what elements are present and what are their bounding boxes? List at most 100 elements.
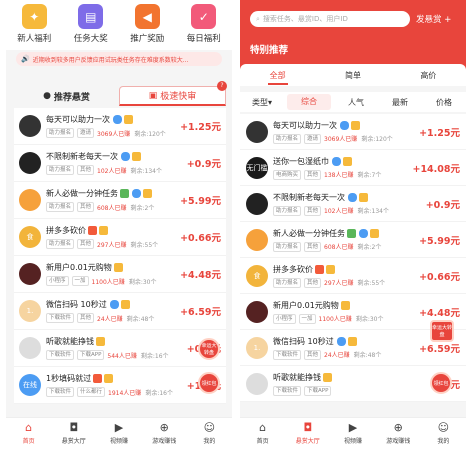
task-tag: 助力报名 (46, 239, 75, 249)
task-title-line: 1秒填码就过 (46, 373, 184, 384)
lucky-wheel-float[interactable]: 幸运大转盘 (198, 338, 220, 360)
task-stats: 下载软件 下载APP (273, 385, 433, 396)
red-packet-float[interactable]: 领红包 (198, 372, 220, 394)
remaining-count: 剩余:120个 (134, 130, 166, 138)
list-item[interactable]: 1. 微信扫码 10秒过 下载软件 其他 24人已赚 剩余:48个 +6.59元 (14, 293, 226, 330)
task-title: 微信扫码 10秒过 (46, 300, 107, 309)
list-item[interactable]: 不限制新老每天一次 助力报名 其他 102人已赚 剩余:134个 +0.9元 (14, 145, 226, 182)
task-title: 新人必做一分钟任务 (273, 228, 345, 238)
earned-count: 1914人已赚 (108, 389, 142, 397)
red-packet-float[interactable]: 领红包 (430, 372, 452, 394)
quick-entry-clipboard[interactable]: ▤ 任务大奖 (66, 4, 116, 44)
nav-item-home[interactable]: ⌂ 首页 (240, 418, 285, 449)
vip-icon (132, 152, 141, 161)
task-tag: 邀请 (77, 128, 95, 138)
quick-entry-label: 推广奖励 (130, 34, 165, 44)
task-tag: 助力报名 (273, 205, 302, 216)
sort-option[interactable]: 最新 (378, 97, 422, 108)
task-stats: 下载软件 其他 24人已赚 剩余:48个 (273, 349, 416, 360)
nav-item-gift-box[interactable]: ◘ 悬赏大厅 (285, 418, 330, 449)
list-item[interactable]: 无门槛 送你一包湿纸巾 电商购买 其他 138人已赚 剩余:7个 +14.08元 (240, 150, 466, 186)
notice-bar[interactable]: 🔊 近期收到较多用户反馈应用试玩类任务存在难度系数较大... (16, 52, 222, 66)
nav-item-person[interactable]: ☺ 我的 (187, 418, 232, 449)
list-item[interactable]: 新用户0.01元购物 小程序 一加 1100人已赚 剩余:30个 +4.48元 (14, 256, 226, 293)
nav-item-person[interactable]: ☺ 我的 (421, 418, 466, 449)
vip-icon (370, 228, 379, 238)
sort-option[interactable]: 类型▾ (240, 97, 284, 108)
list-item[interactable]: 新人必做一分钟任务 助力报名 其他 608人已赚 剩余:2个 +5.99元 (14, 182, 226, 219)
sort-option[interactable]: 价格 (422, 97, 466, 108)
vip-icon (124, 115, 133, 124)
task-title: 新用户0.01元购物 (46, 263, 112, 272)
gamepad-icon: ⊕ (159, 421, 169, 434)
list-item[interactable]: 食拼多多砍价 助力报名 其他 297人已赚 剩余:55个 +0.66元 (14, 219, 226, 256)
quick-entry-gift[interactable]: ✦ 新人福利 (9, 4, 59, 44)
list-item[interactable]: 听歌就能挣钱下载软件下载APP544人已赚剩余:16个+0.1元 (14, 330, 226, 367)
lucky-wheel-label: 幸运大转盘 (432, 325, 453, 338)
avatar: 1. (246, 336, 268, 359)
quick-entry-calendar[interactable]: ✓ 每日福利 (179, 4, 229, 44)
nav-item-gamepad[interactable]: ⊕ 游戏赚钱 (142, 418, 187, 449)
gamepad-icon: ⊕ (393, 421, 403, 434)
list-item[interactable]: 不限制新老每天一次 助力报名 其他 102人已赚 剩余:134个 +0.9元 (240, 186, 466, 222)
task-title: 每天可以助力一次 (46, 115, 110, 124)
clipboard-icon: ▤ (78, 4, 104, 29)
earned-count: 608人已赚 (324, 244, 354, 251)
task-title-line: 不限制新老每天一次 (46, 151, 184, 162)
help-badge[interactable]: ? (217, 81, 227, 91)
nav-item-play[interactable]: ▶ 视频赚 (330, 418, 375, 449)
task-title-line: 不限制新老每天一次 (273, 192, 423, 203)
task-stats: 助力报名 邀请 3069人已赚 剩余:120个 (46, 128, 177, 138)
nav-item-home[interactable]: ⌂ 首页 (6, 418, 51, 449)
task-meta: 不限制新老每天一次 助力报名 其他 102人已赚 剩余:134个 (273, 192, 423, 216)
post-reward-button[interactable]: 发悬赏 + (416, 13, 451, 25)
task-meta: 新人必做一分钟任务 助力报名 其他 608人已赚 剩余:2个 (273, 228, 416, 252)
remaining-count: 剩余:2个 (130, 204, 155, 212)
tab-high-price[interactable]: 高价 (391, 64, 466, 86)
avatar: 食 (246, 264, 268, 287)
tab-recommend[interactable]: ● 推荐悬赏 (14, 86, 119, 106)
sort-option[interactable]: 综合 (287, 94, 331, 110)
remaining-count: 剩余:16个 (140, 352, 169, 360)
tab-fast-review[interactable]: ▣ 极速快审 ? (119, 81, 227, 106)
task-meta: 新用户0.01元购物小程序 一加 1100人已赚 剩余:30个 (46, 262, 177, 286)
lucky-wheel-float[interactable]: 幸运大转盘 (430, 320, 454, 342)
megaphone-icon: ◀ (134, 4, 160, 29)
nav-item-gift-box[interactable]: ◘ 悬赏大厅 (51, 418, 96, 449)
home-icon: ⌂ (259, 421, 267, 434)
sort-option[interactable]: 人气 (334, 97, 378, 108)
avatar (19, 189, 41, 211)
task-tag: 下载APP (304, 385, 332, 396)
task-meta: 送你一包湿纸巾 电商购买 其他 138人已赚 剩余:7个 (273, 156, 409, 180)
task-title-line: 送你一包湿纸巾 (273, 156, 409, 167)
task-list: 每天可以助力一次 助力报名 邀请 3069人已赚 剩余:120个 +1.25元 无门槛 送你一… (240, 114, 466, 402)
quick-entry-label: 任务大奖 (73, 34, 108, 44)
task-meta: 听歌就能挣钱 下载软件 下载APP 544人已赚 剩余:16个 (46, 336, 184, 360)
list-item[interactable]: 食拼多多砍价 助力报名 其他 297人已赚 剩余:55个 +0.66元 (240, 258, 466, 294)
task-title-line: 拼多多砍价 (273, 264, 416, 275)
list-item[interactable]: 在线1秒填码就过下载软件什么都行1914人已赚剩余:16个+1.5元 (14, 367, 226, 404)
avatar: 1. (19, 300, 41, 322)
search-input[interactable]: ⌕ 搜索任务、悬赏ID、用户ID (250, 11, 410, 27)
task-meta: 拼多多砍价 助力报名 其他 297人已赚 剩余:55个 (273, 264, 416, 288)
list-item[interactable]: 每天可以助力一次 助力报名 邀请 3069人已赚 剩余:120个 +1.25元 (240, 114, 466, 150)
task-stats: 助力报名 其他 608人已赚 剩余:2个 (46, 202, 177, 212)
nav-item-gamepad[interactable]: ⊕ 游戏赚钱 (376, 418, 421, 449)
quick-entry-label: 每日福利 (186, 34, 221, 44)
remaining-count: 剩余:16个 (145, 389, 173, 397)
task-tag: 一加 (298, 313, 316, 324)
task-stats: 助力报名 其他 297人已赚 剩余:55个 (46, 239, 177, 249)
task-tag: 其他 (304, 277, 322, 288)
quick-entry-megaphone[interactable]: ◀ 推广奖励 (122, 4, 172, 44)
tab-all[interactable]: 全部 (240, 64, 315, 86)
nav-label: 我的 (203, 438, 216, 445)
list-item[interactable]: 每天可以助力一次 助力报名 邀请 3069人已赚 剩余:120个 +1.25元 (14, 108, 226, 145)
task-title-line: 拼多多砍价 (46, 225, 177, 236)
task-tag: 其他 (304, 205, 322, 216)
task-stats: 小程序 一加 1100人已赚 剩余:30个 (46, 276, 177, 286)
tab-simple[interactable]: 简单 (315, 64, 390, 86)
task-meta: 拼多多砍价助力报名 其他 297人已赚 剩余:55个 (46, 225, 177, 249)
search-placeholder: 搜索任务、悬赏ID、用户ID (262, 15, 348, 23)
list-item[interactable]: 新人必做一分钟任务 助力报名 其他 608人已赚 剩余:2个 +5.99元 (240, 222, 466, 258)
nav-item-play[interactable]: ▶ 视频赚 (96, 418, 141, 449)
